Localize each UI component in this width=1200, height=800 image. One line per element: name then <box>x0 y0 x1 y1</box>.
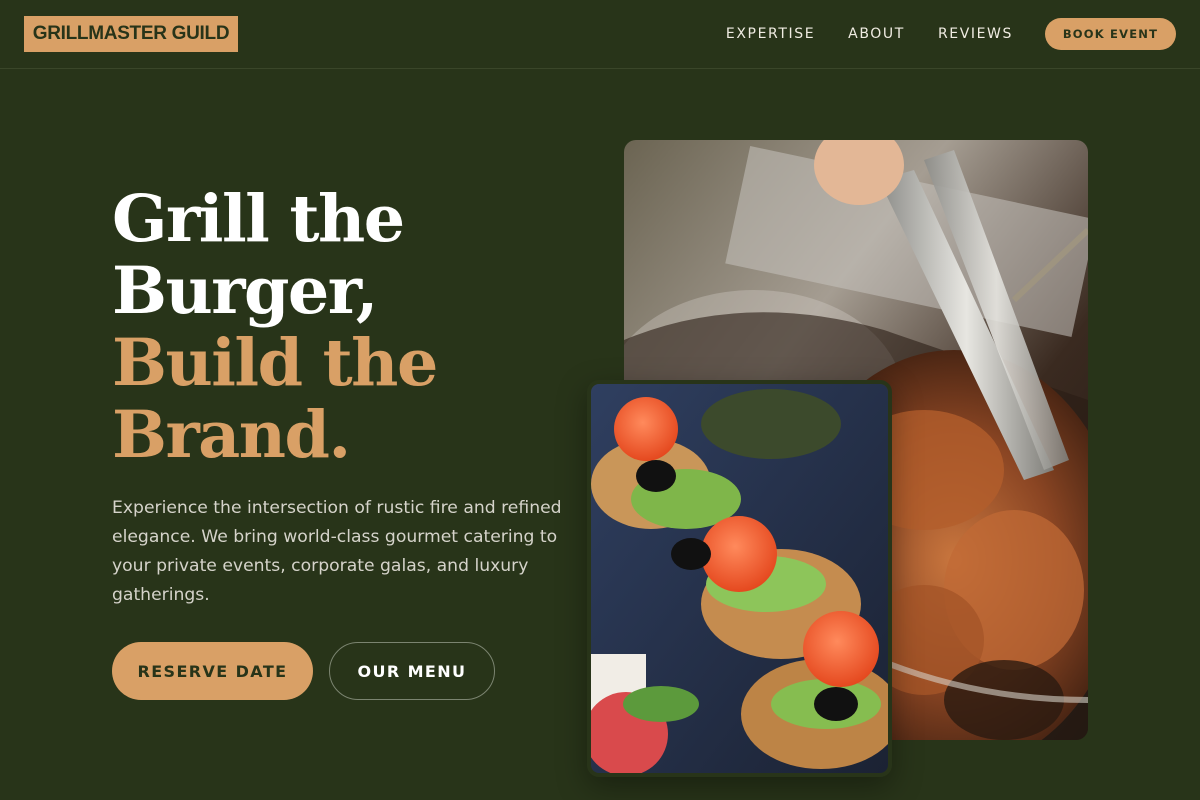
hero-headline: Grill the Burger, Build the Brand. <box>112 183 572 471</box>
nav-link-reviews[interactable]: REVIEWS <box>938 24 1013 44</box>
our-menu-button[interactable]: OUR MENU <box>329 642 495 700</box>
nav-link-expertise[interactable]: EXPERTISE <box>726 24 815 44</box>
brand-logo[interactable]: GRILLMASTER GUILD <box>24 16 238 52</box>
headline-line: Burger, <box>112 253 378 329</box>
reserve-date-button[interactable]: RESERVE DATE <box>112 642 313 700</box>
canapes-photo <box>587 380 892 777</box>
hero-description: Experience the intersection of rustic fi… <box>112 498 562 605</box>
headline-accent-line: Brand. <box>112 397 351 473</box>
site-header: GRILLMASTER GUILD EXPERTISE ABOUT REVIEW… <box>0 0 1200 69</box>
headline-line: Grill the <box>112 181 405 257</box>
main-nav: EXPERTISE ABOUT REVIEWS <box>726 24 1013 44</box>
landing-page: GRILLMASTER GUILD EXPERTISE ABOUT REVIEW… <box>0 0 1200 800</box>
book-event-button[interactable]: BOOK EVENT <box>1045 18 1176 50</box>
nav-link-about[interactable]: ABOUT <box>848 24 905 44</box>
headline-accent-line: Build the <box>112 325 438 401</box>
